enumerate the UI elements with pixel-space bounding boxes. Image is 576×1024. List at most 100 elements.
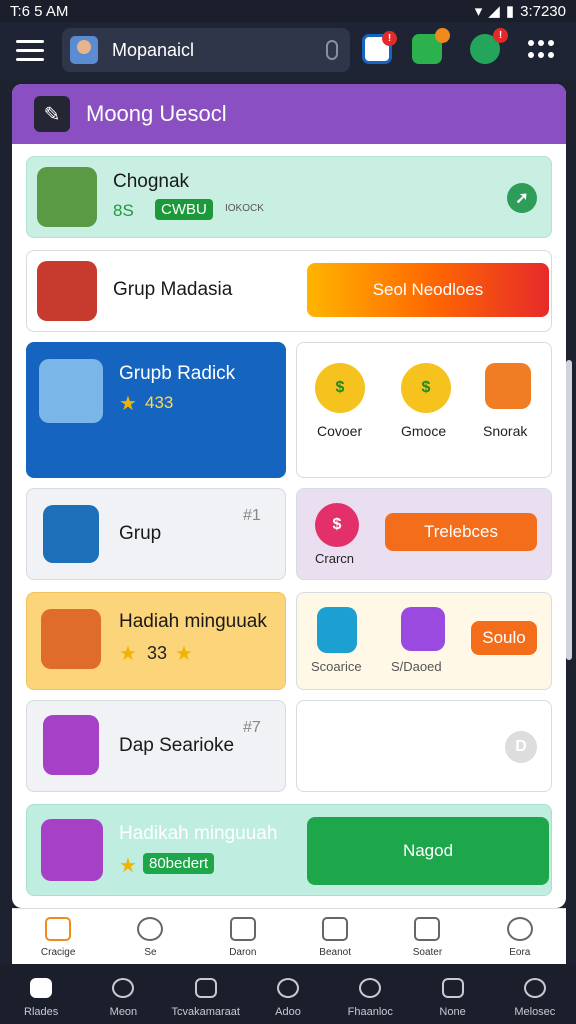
nav-item-melosec[interactable]: Melosec [494,964,576,1024]
nav-label: Tcvakamaraat [171,1006,240,1018]
game-icon[interactable] [412,28,450,64]
nagod-button[interactable]: Nagod [307,817,549,885]
nav-label: Beanot [319,947,351,958]
calendar-icon[interactable]: ! [362,31,397,64]
empty-card[interactable]: D [296,700,552,792]
browser-icon[interactable]: ! [470,28,508,64]
menu-icon[interactable] [16,40,44,62]
nav-item-tcvak[interactable]: Tcvakamaraat [165,964,247,1024]
section-title: Moong Uesocl [86,101,227,126]
grup-corner: #1 [243,507,261,524]
trelebces-label: Trelebces [423,522,498,541]
group-radick-stars: 433 [145,393,174,412]
notification-badge-icon [435,28,450,43]
group-card[interactable]: Grup Madasia Seol Neodloes [26,250,552,332]
nagod-label: Nagod [402,841,454,860]
nav-item-cracige[interactable]: Cracige [12,909,104,964]
crarcn-label: Crarcn [315,551,355,566]
search-text: Mopanaicl [112,39,195,60]
player-sub: IOKOCK [225,203,264,214]
hadiah-stars: 33 [147,643,168,663]
group-radick-title: Grupb Radick [119,363,236,384]
status-clock: 3:7230 [520,2,566,20]
trelebces-button[interactable]: Trelebces [385,513,537,551]
hadiah-title: Hadiah minguuak [119,611,267,632]
scoarice-card[interactable]: Scoarice S/Daoed Soulo [296,592,552,690]
nav-item-fhaanloc[interactable]: Fhaanloc [329,964,411,1024]
promo-card[interactable]: Hadikah minguuah ★ 80bedert Nagod [26,804,552,896]
promo-badge: 80bedert [143,853,215,874]
dap-card[interactable]: Dap Searioke #7 [26,700,286,792]
battery-icon: ▮ [505,3,515,20]
mic-icon[interactable] [326,40,338,60]
secondary-nav: Cracige Se Daron Beanot Soater Eora [12,908,566,964]
nav-item-daron[interactable]: Daron [197,909,289,964]
wifi-icon: ▾ [474,3,483,20]
hadiah-card[interactable]: Hadiah minguuak ★ 33 ★ [26,592,286,690]
signal-icon: ◢ [488,3,500,20]
shield-icon [322,917,349,941]
promo-title: Hadikah minguuah [119,823,278,844]
shield-check-icon[interactable] [485,363,531,409]
profile-icon [506,917,533,941]
clock-icon [276,978,299,998]
status-bar: T:6 5 AM ▾ ◢ ▮ 3:7230 [0,0,576,22]
main-panel: ✎ Moong Uesocl Chognak 8S CWBU IOKOCK ➚ … [12,84,566,908]
search-icon [523,978,546,998]
nav-label: Soater [412,947,443,958]
avatar[interactable] [70,36,98,64]
nav-item-none[interactable]: None [411,964,493,1024]
nav-label: Eora [509,947,531,958]
status-time: T:6 5 AM [10,2,69,20]
section-header: ✎ Moong Uesocl [12,84,566,144]
dollar-coin-icon[interactable]: $ [315,363,365,413]
soulo-button[interactable]: Soulo [471,621,537,655]
scrollbar[interactable] [566,360,572,660]
dollar-badge-icon: $ [315,503,359,547]
nav-item-beanot[interactable]: Beanot [289,909,381,964]
sdaoed-label: S/Daoed [391,659,442,674]
star-icon: ★ [119,393,137,415]
sale-label: Seol Neodloes [372,280,484,299]
reward-label: Covoer [317,423,363,439]
nav-item-home[interactable]: Rlades [0,964,82,1024]
player-name: Chognak [113,171,190,192]
box-icon [41,819,103,881]
apps-grid-icon[interactable] [528,40,554,60]
player-tag-badge: CWBU [155,199,213,220]
star-icon: ★ [119,643,137,665]
dap-corner: #7 [243,719,261,736]
bottom-nav: Rlades Meon Tcvakamaraat Adoo Fhaanloc N… [0,964,576,1024]
sale-button[interactable]: Seol Neodloes [307,263,549,317]
notification-badge-icon: ! [493,28,508,43]
home-icon [30,978,53,998]
grup-card[interactable]: Grup #1 [26,488,286,580]
grup-title: Grup [119,523,162,544]
top-app-bar: Mopanaicl ! ! [0,22,576,80]
cross-icon [45,917,72,941]
nav-label: Adoo [275,1006,301,1018]
player-card[interactable]: Chognak 8S CWBU IOKOCK ➚ [26,156,552,238]
group-radick-card[interactable]: Grupb Radick ★ 433 [26,342,286,478]
chat-icon [137,917,164,941]
rocket-icon [401,607,445,651]
nav-label: Rlades [24,1006,59,1018]
nav-item-adoo[interactable]: Adoo [247,964,329,1024]
player-score: 8S [113,201,134,220]
nav-item-se[interactable]: Se [104,909,196,964]
nav-item-eora[interactable]: Eora [474,909,566,964]
gear-icon [359,978,382,998]
nav-label: Se [144,947,157,958]
nav-item-soater[interactable]: Soater [381,909,473,964]
nav-item-meon[interactable]: Meon [82,964,164,1024]
pen-icon: ✎ [34,96,70,132]
crarcn-card[interactable]: $ Crarcn Trelebces [296,488,552,580]
dap-title: Dap Searioke [119,735,235,756]
arrow-icon[interactable]: ➚ [507,183,537,213]
rewards-card[interactable]: $ $ Covoer Gmoce Snorak [296,342,552,478]
reward-label: Gmoce [401,423,447,439]
list-icon [229,917,256,941]
search-bar[interactable]: Mopanaicl [62,28,350,72]
circle-d-icon[interactable]: D [505,731,537,763]
dollar-coin-icon[interactable]: $ [401,363,451,413]
